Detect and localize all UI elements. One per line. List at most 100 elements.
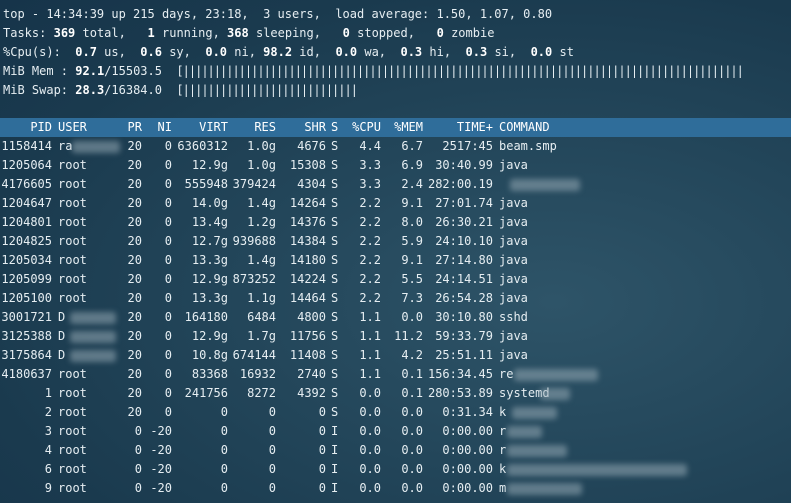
column-header-pr[interactable]: PR xyxy=(118,118,142,137)
cell-s: S xyxy=(331,348,339,362)
cell-virt: 13.3g xyxy=(191,291,228,305)
cell-shr: 14180 xyxy=(289,253,326,267)
cell-s: S xyxy=(331,139,339,153)
table-row[interactable]: 1204825 root 20 0 12.7g 939688 14384 S 2.2 5.9 24:… xyxy=(0,232,791,251)
cell-shr: 0 xyxy=(318,462,326,476)
cell-user: root xyxy=(58,234,87,248)
table-row[interactable]: 3125388 D 20 0 12.9g 1.7g 11756 S 1.1 11.2 59:33.7… xyxy=(0,327,791,346)
mem-usage-bar: [|||||||||||||||||||||||||||||||||||||||… xyxy=(176,64,743,78)
cell-virt: 10.8g xyxy=(191,348,228,362)
cell-ni: -20 xyxy=(150,481,172,495)
cpu-wa: 0.0 xyxy=(335,45,358,59)
terminal-window[interactable]: top - 14:34:39 up 215 days, 23:18, 3 use… xyxy=(0,0,791,503)
column-header-cmd[interactable]: COMMAND xyxy=(499,118,779,137)
column-header-ni[interactable]: NI xyxy=(142,118,172,137)
cell-time: 0:00.00 xyxy=(442,443,493,457)
cell-ni: 0 xyxy=(164,348,172,362)
redacted-command xyxy=(512,407,557,419)
cell-res: 1.2g xyxy=(247,215,276,229)
cell-time: 156:34.45 xyxy=(427,367,493,381)
column-header-user[interactable]: USER xyxy=(58,118,118,137)
cell-cpu: 2.2 xyxy=(359,253,381,267)
cell-time: 26:30.21 xyxy=(435,215,493,229)
table-row[interactable]: 4176605 root 20 0 555948 379424 4304 S 3.3 2.4 282… xyxy=(0,175,791,194)
swap-line: MiB Swap: 28.3/16384.0 [||||||||||||||||… xyxy=(3,81,358,100)
cell-pid: 1 xyxy=(44,386,52,400)
cell-ni: 0 xyxy=(164,196,172,210)
table-row[interactable]: 6 root 0 -20 0 0 0 I 0.0 0.0 0:00.00 k xyxy=(0,460,791,479)
column-header-time[interactable]: TIME+ xyxy=(423,118,493,137)
table-row[interactable]: 1205099 root 20 0 12.9g 873252 14224 S 2.2 5.5 24:… xyxy=(0,270,791,289)
table-row[interactable]: 1 root 20 0 241756 8272 4392 S 0.0 0.1 280:53.89 sy… xyxy=(0,384,791,403)
cell-shr: 0 xyxy=(318,424,326,438)
cell-ni: 0 xyxy=(164,405,172,419)
cell-res: 0 xyxy=(268,462,276,476)
column-header-cpu[interactable]: %CPU xyxy=(341,118,381,137)
column-header-virt[interactable]: VIRT xyxy=(172,118,228,137)
tasks-zombie: 0 xyxy=(436,26,444,40)
table-row[interactable]: 9 root 0 -20 0 0 0 I 0.0 0.0 0:00.00 m xyxy=(0,479,791,498)
cell-cmd: java xyxy=(499,291,528,305)
cell-pr: 20 xyxy=(127,405,142,419)
column-header-mem[interactable]: %MEM xyxy=(381,118,423,137)
cell-shr: 0 xyxy=(318,443,326,457)
cell-pid: 1158414 xyxy=(1,139,52,153)
table-row[interactable]: 3175864 D 20 0 10.8g 674144 11408 S 1.1 4.2 25:51.… xyxy=(0,346,791,365)
cell-mem: 4.2 xyxy=(401,348,423,362)
cell-mem: 6.7 xyxy=(401,139,423,153)
cell-pr: 20 xyxy=(127,253,142,267)
cell-user: root xyxy=(58,462,87,476)
redacted-command xyxy=(540,388,570,400)
table-row[interactable]: 4180637 root 20 0 83368 16932 2740 S 1.1 0.1 156:3… xyxy=(0,365,791,384)
cell-pr: 20 xyxy=(127,139,142,153)
table-row[interactable]: 1158414 ra 20 0 6360312 1.0g 4676 S 4.4 6.7 2517:4… xyxy=(0,137,791,156)
cell-cmd: java xyxy=(499,348,528,362)
cell-cmd: java xyxy=(499,234,528,248)
cell-pr: 20 xyxy=(127,196,142,210)
cell-pid: 3001721 xyxy=(1,310,52,324)
cell-res: 873252 xyxy=(232,272,276,286)
table-row[interactable]: 1204801 root 20 0 13.4g 1.2g 14376 S 2.2 8.0 26:30… xyxy=(0,213,791,232)
column-header-pid[interactable]: PID xyxy=(0,118,52,137)
tasks-line: Tasks: 369 total, 1 running, 368 sleepin… xyxy=(3,24,494,43)
cell-pr: 20 xyxy=(127,348,142,362)
cell-mem: 0.1 xyxy=(401,367,423,381)
cell-cpu: 0.0 xyxy=(359,405,381,419)
cell-ni: 0 xyxy=(164,253,172,267)
cell-user: root xyxy=(58,177,87,191)
cell-cpu: 0.0 xyxy=(359,424,381,438)
table-row[interactable]: 3 root 0 -20 0 0 0 I 0.0 0.0 0:00.00 r xyxy=(0,422,791,441)
cell-time: 27:14.80 xyxy=(435,253,493,267)
table-row[interactable]: 1205034 root 20 0 13.3g 1.4g 14180 S 2.2 9.1 27:14… xyxy=(0,251,791,270)
cell-shr: 4676 xyxy=(297,139,326,153)
cell-pr: 0 xyxy=(134,462,142,476)
redacted-command xyxy=(507,483,582,495)
cell-ni: 0 xyxy=(164,234,172,248)
table-row[interactable]: 1205064 root 20 0 12.9g 1.0g 15308 S 3.3 6.9 30:40… xyxy=(0,156,791,175)
cpu-si-label: si, xyxy=(487,45,517,59)
cell-mem: 11.2 xyxy=(394,329,423,343)
cell-pr: 0 xyxy=(134,443,142,457)
table-row[interactable]: 1204647 root 20 0 14.0g 1.4g 14264 S 2.2 9.1 27:01… xyxy=(0,194,791,213)
cell-ni: 0 xyxy=(164,291,172,305)
redacted-user xyxy=(70,312,116,324)
column-header-s[interactable]: S xyxy=(331,118,341,137)
cell-time: 0:00.00 xyxy=(442,481,493,495)
table-row[interactable]: 4 root 0 -20 0 0 0 I 0.0 0.0 0:00.00 r xyxy=(0,441,791,460)
cell-s: S xyxy=(331,253,339,267)
uptime-line: top - 14:34:39 up 215 days, 23:18, 3 use… xyxy=(3,7,553,21)
column-header-res[interactable]: RES xyxy=(228,118,276,137)
swap-total: /16384.0 xyxy=(104,83,162,97)
cell-ni: -20 xyxy=(150,443,172,457)
cell-cpu: 2.2 xyxy=(359,234,381,248)
table-row[interactable]: 1205100 root 20 0 13.3g 1.1g 14464 S 2.2 7.3 26:54… xyxy=(0,289,791,308)
cpu-id-label: id, xyxy=(292,45,321,59)
cell-res: 674144 xyxy=(232,348,276,362)
cell-user: root xyxy=(58,291,87,305)
column-header-shr[interactable]: SHR xyxy=(276,118,326,137)
table-row[interactable]: 2 root 20 0 0 0 0 S 0.0 0.0 0:31.34 k xyxy=(0,403,791,422)
cell-virt: 12.7g xyxy=(191,234,228,248)
cell-pid: 1204801 xyxy=(1,215,52,229)
table-row[interactable]: 3001721 D 20 0 164180 6484 4800 S 1.1 0.0 30:10.80… xyxy=(0,308,791,327)
cell-res: 6484 xyxy=(247,310,276,324)
